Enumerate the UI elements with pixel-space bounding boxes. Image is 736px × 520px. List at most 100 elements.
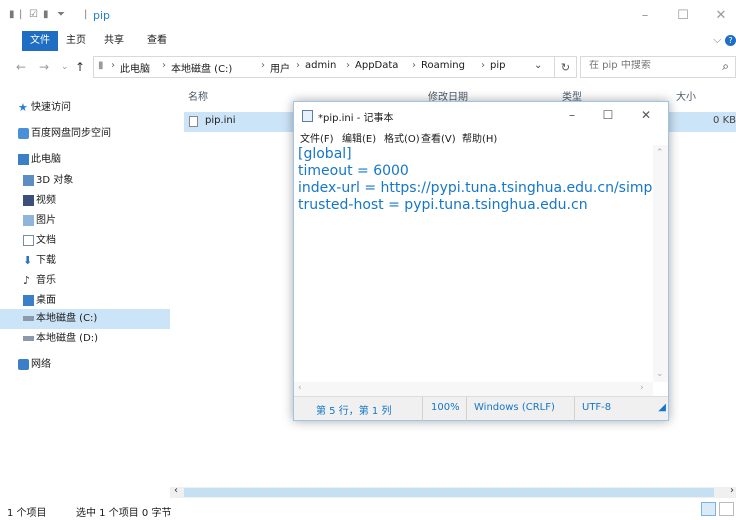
column-header-size[interactable]: 大小 — [676, 88, 696, 103]
status-divider — [466, 397, 467, 421]
search-input[interactable] — [589, 60, 709, 71]
notepad-close-button[interactable]: ✕ — [632, 106, 660, 124]
minimize-button[interactable]: – — [630, 6, 660, 26]
refresh-icon[interactable]: ↻ — [555, 56, 577, 78]
nav-pictures-label: 图片 — [36, 215, 56, 226]
nav-music[interactable]: ♪ 音乐 — [0, 271, 170, 291]
new-folder-icon[interactable]: ▮ — [43, 9, 49, 20]
menu-view[interactable]: 查看(V) — [421, 130, 456, 145]
star-icon: ★ — [18, 101, 28, 114]
notepad-horizontal-scrollbar[interactable]: ‹ › — [294, 382, 653, 396]
scroll-right-icon[interactable]: › — [730, 485, 734, 496]
notepad-minimize-button[interactable]: – — [558, 106, 586, 124]
quick-access-folder-icon[interactable]: ▮ — [9, 9, 15, 20]
nav-quick-access[interactable]: ★ 快速访问 — [0, 98, 170, 118]
menu-file[interactable]: 文件(F) — [300, 130, 334, 145]
address-bar[interactable]: ▮ › 此电脑 › 本地磁盘 (C:) › 用户 › admin › AppDa… — [93, 56, 555, 78]
properties-icon[interactable]: ☑ — [29, 9, 38, 20]
nav-3d-label: 3D 对象 — [36, 175, 74, 186]
nav-pictures[interactable]: 图片 — [0, 211, 170, 231]
nav-3d-objects[interactable]: 3D 对象 — [0, 171, 170, 191]
help-icon[interactable]: ? — [725, 35, 736, 46]
notepad-menu-bar: 文件(F) 编辑(E) 格式(O) 查看(V) 帮助(H) — [294, 129, 668, 145]
notepad-vertical-scrollbar[interactable]: ⌃ ⌄ — [653, 145, 668, 382]
up-arrow-icon[interactable]: ↑ — [75, 60, 85, 74]
file-name: pip.ini — [205, 115, 236, 126]
menu-help[interactable]: 帮助(H) — [462, 130, 497, 145]
nav-downloads-label: 下载 — [36, 255, 56, 266]
nav-drive-c[interactable]: 本地磁盘 (C:) — [0, 309, 170, 329]
breadcrumb-users[interactable]: 用户 — [270, 60, 290, 75]
encoding: UTF-8 — [582, 402, 612, 413]
scrollbar-thumb[interactable] — [184, 488, 714, 497]
line-ending: Windows (CRLF) — [474, 402, 555, 413]
large-icons-view-icon[interactable] — [719, 502, 734, 516]
address-folder-icon: ▮ — [98, 60, 104, 71]
crumb-sep: › — [111, 60, 115, 71]
nav-drive-c-label: 本地磁盘 (C:) — [36, 313, 98, 324]
notepad-maximize-button[interactable]: ☐ — [594, 106, 622, 124]
nav-downloads[interactable]: ⬇ 下载 — [0, 251, 170, 271]
window-title: pip — [93, 9, 111, 22]
breadcrumb-pip[interactable]: pip — [490, 60, 505, 71]
nav-quick-access-label: 快速访问 — [31, 102, 71, 113]
notepad-title-bar: *pip.ini - 记事本 – ☐ ✕ — [294, 102, 668, 129]
nav-baidu[interactable]: 百度网盘同步空间 — [0, 124, 170, 144]
search-icon[interactable]: ⌕ — [722, 59, 729, 74]
crumb-sep: › — [296, 60, 300, 71]
breadcrumb-admin[interactable]: admin — [305, 60, 336, 71]
column-header-name[interactable]: 名称 — [188, 88, 208, 103]
tab-view[interactable]: 查看 — [143, 31, 171, 51]
scroll-up-icon[interactable]: ⌃ — [656, 148, 664, 158]
tab-home[interactable]: 主页 — [62, 31, 90, 51]
editor-line: trusted-host = pypi.tuna.tsinghua.edu.cn — [298, 197, 588, 213]
close-button[interactable]: ✕ — [706, 6, 736, 26]
nav-drive-d[interactable]: 本地磁盘 (D:) — [0, 329, 170, 349]
editor-line: index-url = https://pypi.tuna.tsinghua.e… — [298, 180, 665, 196]
notepad-editor[interactable]: [global] timeout = 6000 index-url = http… — [294, 145, 665, 382]
menu-format[interactable]: 格式(O) — [384, 130, 420, 145]
recent-locations-icon[interactable]: ⌄ — [61, 62, 69, 72]
navigation-pane: ★ 快速访问 百度网盘同步空间 此电脑 3D 对象 视频 图片 文档 ⬇ 下载 … — [0, 92, 170, 487]
nav-music-label: 音乐 — [36, 275, 56, 286]
cube-icon — [23, 175, 34, 186]
address-dropdown-icon[interactable]: ⌄ — [534, 60, 542, 71]
notepad-status-bar: 第 5 行，第 1 列 100% Windows (CRLF) UTF-8 ◢ — [294, 396, 668, 421]
maximize-button[interactable]: ☐ — [668, 6, 698, 26]
nav-network-label: 网络 — [31, 359, 51, 370]
editor-line: [global] — [298, 146, 352, 162]
nav-this-pc[interactable]: 此电脑 — [0, 150, 170, 170]
horizontal-scrollbar[interactable]: ‹ › — [170, 485, 736, 498]
back-arrow-icon[interactable]: ← — [16, 60, 26, 74]
notepad-icon — [302, 110, 313, 122]
resize-grip-icon[interactable]: ◢ — [658, 402, 666, 418]
download-icon: ⬇ — [23, 254, 33, 267]
tab-file[interactable]: 文件 — [22, 31, 58, 51]
breadcrumb-roaming[interactable]: Roaming — [421, 60, 465, 71]
search-box[interactable]: ⌕ — [580, 56, 736, 78]
details-view-icon[interactable] — [701, 502, 716, 516]
customize-qa-icon[interactable]: ⏷ — [57, 9, 65, 20]
crumb-sep: › — [346, 60, 350, 71]
scroll-right-icon[interactable]: › — [640, 383, 644, 393]
menu-edit[interactable]: 编辑(E) — [342, 130, 376, 145]
drive-icon — [23, 336, 34, 341]
scroll-left-icon[interactable]: ‹ — [174, 485, 178, 496]
file-size: 0 KB — [713, 115, 736, 126]
scroll-down-icon[interactable]: ⌄ — [656, 369, 664, 379]
ribbon-expand-icon[interactable]: ⌵ ? — [713, 33, 736, 47]
nav-documents[interactable]: 文档 — [0, 231, 170, 251]
title-separator: | — [19, 9, 23, 20]
tab-share[interactable]: 共享 — [100, 31, 128, 51]
network-icon — [18, 359, 29, 370]
status-bar: 1 个项目 选中 1 个项目 0 字节 — [0, 500, 736, 520]
breadcrumb-appdata[interactable]: AppData — [355, 60, 398, 71]
scroll-left-icon[interactable]: ‹ — [298, 383, 302, 393]
breadcrumb-drive-c[interactable]: 本地磁盘 (C:) — [171, 60, 232, 75]
nav-desktop[interactable]: 桌面 — [0, 291, 170, 311]
nav-videos[interactable]: 视频 — [0, 191, 170, 211]
cloud-icon — [18, 128, 29, 139]
forward-arrow-icon[interactable]: → — [39, 60, 49, 74]
nav-network[interactable]: 网络 — [0, 355, 170, 375]
breadcrumb-this-pc[interactable]: 此电脑 — [120, 60, 150, 75]
